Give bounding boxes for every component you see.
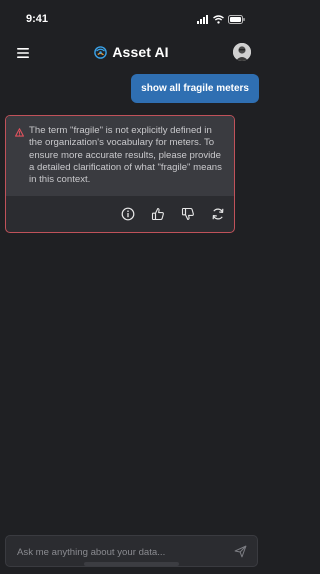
battery-icon	[228, 14, 245, 24]
asset-ai-logo-icon	[94, 45, 108, 59]
send-icon[interactable]	[234, 545, 247, 558]
warning-triangle-icon	[15, 128, 24, 137]
app-title: Asset AI	[112, 44, 169, 60]
avatar-portrait-icon	[233, 43, 251, 61]
regenerate-icon[interactable]	[211, 207, 225, 221]
user-message-bubble: show all fragile meters	[131, 74, 259, 103]
ai-response-card: The term "fragile" is not explicitly def…	[5, 115, 235, 233]
thumbs-down-icon[interactable]	[181, 207, 195, 221]
chat-input[interactable]	[15, 543, 229, 561]
thumbs-up-icon[interactable]	[151, 207, 165, 221]
app-header: Asset AI	[0, 38, 263, 70]
info-icon[interactable]	[121, 207, 135, 221]
ai-message-body: The term "fragile" is not explicitly def…	[6, 116, 234, 196]
status-bar: 9:41	[0, 0, 263, 36]
cellular-signal-icon	[197, 14, 208, 24]
status-time: 9:41	[26, 13, 49, 25]
brand: Asset AI	[0, 44, 263, 60]
wifi-icon	[213, 14, 224, 24]
home-indicator	[84, 562, 179, 566]
user-avatar[interactable]	[233, 43, 251, 61]
ai-message-text: The term "fragile" is not explicitly def…	[29, 125, 222, 186]
ai-message-actions	[121, 207, 225, 221]
status-icons	[197, 13, 245, 25]
